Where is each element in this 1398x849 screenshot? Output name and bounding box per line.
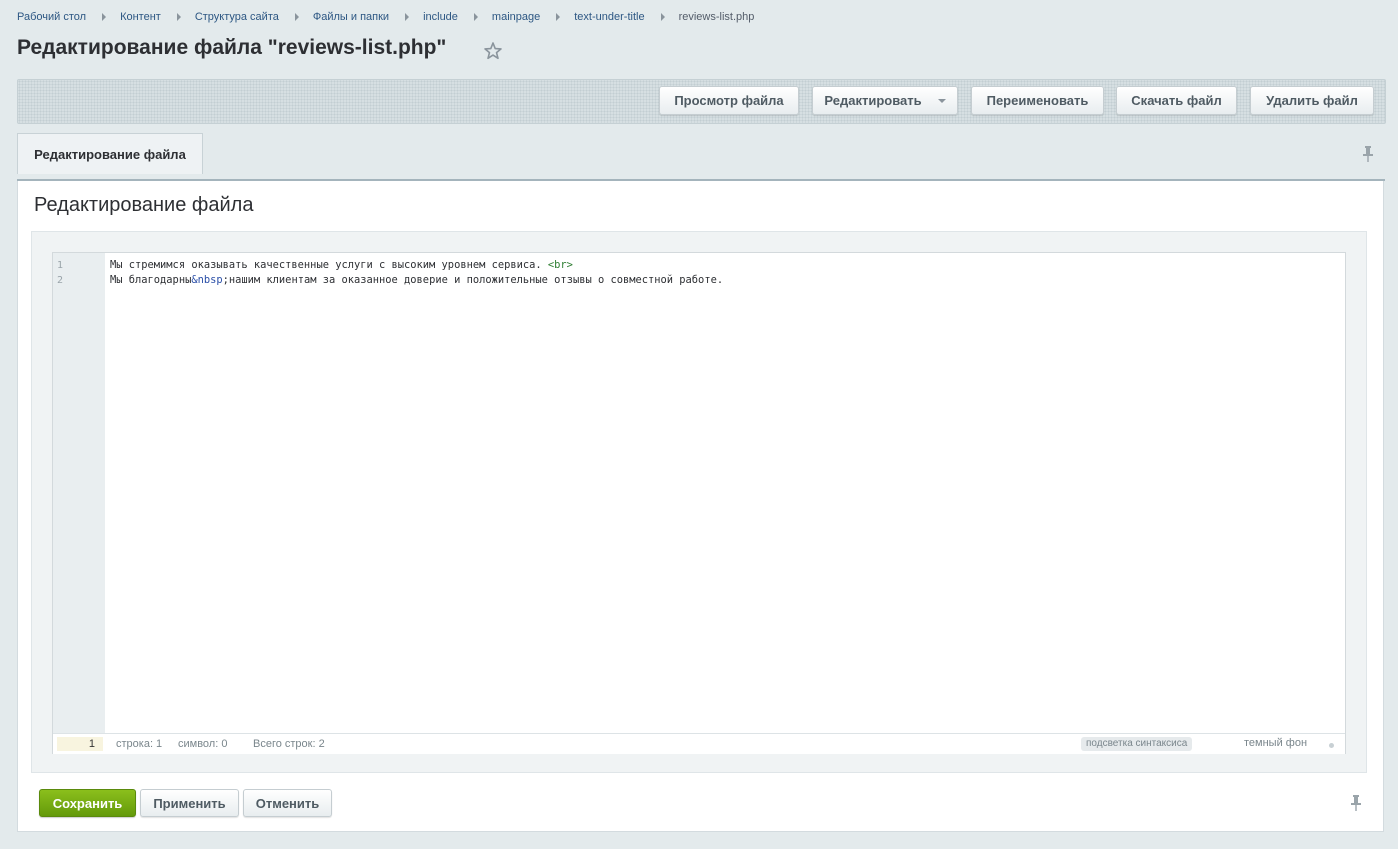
action-toolbar: Просмотр файла Редактировать Переименова… [17, 79, 1386, 124]
download-label: Скачать файл [1131, 93, 1222, 108]
code-text: Мы благодарны [110, 274, 192, 286]
breadcrumb-item-files-folders[interactable]: Файлы и папки [313, 11, 389, 23]
rename-label: Переименовать [986, 93, 1089, 108]
toggle-indicator-icon [1329, 743, 1334, 748]
view-file-label: Просмотр файла [674, 93, 784, 108]
total-lines-status: Всего строк: 2 [253, 738, 325, 750]
breadcrumb-separator-icon [176, 13, 181, 21]
edit-label: Редактировать [824, 93, 922, 108]
page-title: Редактирование файла "reviews-list.php" [17, 36, 447, 59]
code-editor[interactable]: 1 2 Мы стремимся оказывать качественные … [52, 252, 1346, 754]
breadcrumb-separator-icon [405, 13, 410, 21]
breadcrumb: Рабочий стол Контент Структура сайта Фай… [17, 9, 754, 25]
section-title: Редактирование файла [34, 194, 254, 216]
cursor-char-status: символ: 0 [178, 738, 228, 750]
save-label: Сохранить [52, 795, 123, 811]
code-text: ;нашим клиентам за оказанное доверие и п… [222, 274, 724, 286]
syntax-highlight-toggle[interactable]: подсветка синтаксиса [1081, 737, 1193, 751]
download-file-button[interactable]: Скачать файл [1116, 86, 1237, 115]
cancel-button[interactable]: Отменить [243, 789, 332, 817]
breadcrumb-item-site-structure[interactable]: Структура сайта [195, 11, 279, 23]
breadcrumb-item-include[interactable]: include [423, 11, 458, 23]
tab-edit-file-label: Редактирование файла [34, 146, 186, 162]
tab-edit-file[interactable]: Редактирование файла [17, 133, 203, 174]
save-button[interactable]: Сохранить [39, 789, 136, 817]
breadcrumb-item-text-under-title[interactable]: text-under-title [574, 11, 644, 23]
cursor-line-status: строка: 1 [116, 738, 163, 750]
editor-frame: 1 2 Мы стремимся оказывать качественные … [31, 231, 1367, 773]
code-text: Мы стремимся оказывать качественные услу… [110, 259, 548, 271]
line-number-gutter: 1 2 [53, 253, 105, 733]
star-outline-icon[interactable] [482, 40, 504, 62]
breadcrumb-separator-icon [102, 13, 107, 21]
breadcrumb-current: reviews-list.php [678, 11, 755, 23]
view-file-button[interactable]: Просмотр файла [659, 86, 799, 115]
cancel-label: Отменить [255, 795, 320, 811]
code-line-1[interactable]: Мы стремимся оказывать качественные услу… [110, 259, 573, 271]
pin-icon[interactable] [1349, 794, 1363, 812]
pin-icon[interactable] [1361, 145, 1375, 163]
code-line-2[interactable]: Мы благодарны&nbsp;нашим клиентам за ока… [110, 274, 723, 286]
rename-button[interactable]: Переименовать [971, 86, 1104, 115]
apply-button[interactable]: Применить [140, 789, 239, 817]
goto-line-input[interactable]: 1 [57, 737, 103, 751]
breadcrumb-item-mainpage[interactable]: mainpage [492, 11, 540, 23]
line-number: 2 [57, 275, 64, 286]
breadcrumb-separator-icon [294, 13, 299, 21]
breadcrumb-item-desktop[interactable]: Рабочий стол [17, 11, 86, 23]
chevron-down-icon [937, 99, 946, 103]
tabs-bar: Редактирование файла [17, 133, 1385, 181]
breadcrumb-separator-icon [556, 13, 561, 21]
breadcrumb-separator-icon [473, 13, 478, 21]
edit-dropdown-button[interactable]: Редактировать [812, 86, 958, 115]
delete-label: Удалить файл [1266, 93, 1358, 108]
code-entity-token: nbsp [197, 274, 223, 286]
apply-label: Применить [153, 795, 226, 811]
line-number: 1 [57, 260, 64, 271]
code-tag-token: <br> [547, 259, 573, 271]
dark-background-toggle[interactable]: темный фон [1244, 737, 1307, 749]
breadcrumb-item-content[interactable]: Контент [120, 11, 161, 23]
breadcrumb-separator-icon [660, 13, 665, 21]
delete-file-button[interactable]: Удалить файл [1250, 86, 1374, 115]
editor-status-bar: 1 строка: 1 символ: 0 Всего строк: 2 под… [53, 733, 1345, 754]
tab-content-panel: Редактирование файла 1 2 Мы стремимся ок… [17, 181, 1384, 832]
